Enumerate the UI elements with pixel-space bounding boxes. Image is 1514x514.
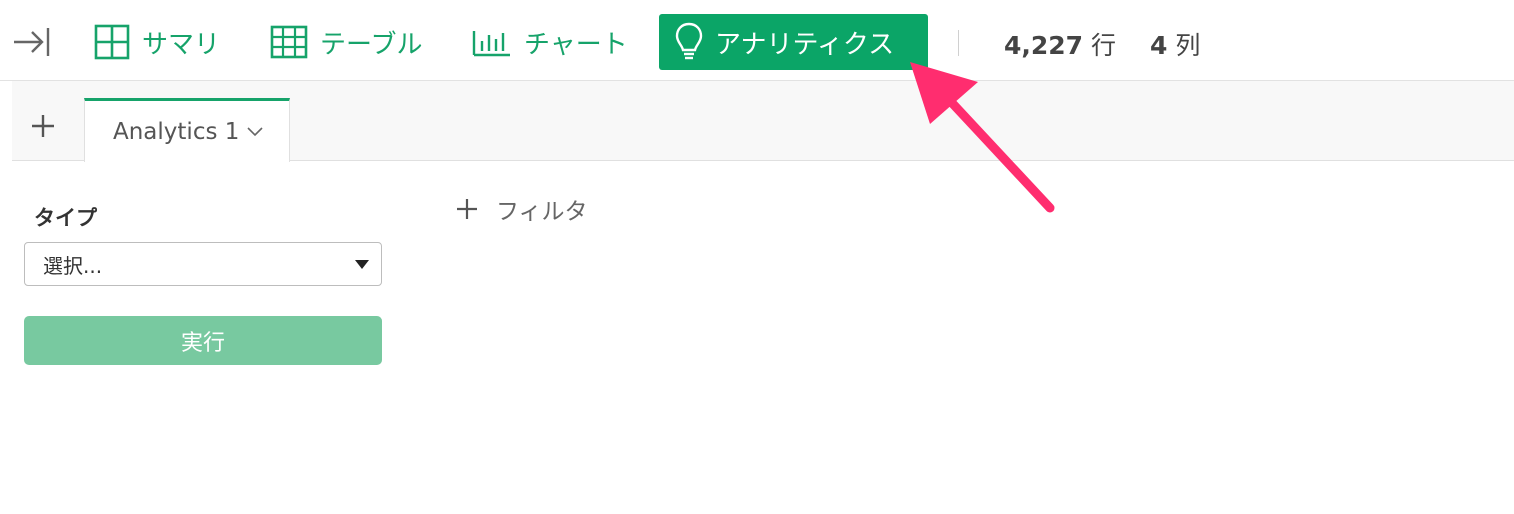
analytics-tab-strip: Analytics 1 (12, 81, 1514, 162)
column-count: 4 列 (1150, 26, 1200, 62)
filter-label: フィルタ (496, 199, 588, 225)
chart-label: チャート (524, 29, 628, 60)
exploratory-app: サマリ テーブル チャート アナリティクス 4,227 行 4 列 Analyt… (0, 0, 1514, 514)
plus-icon (457, 199, 477, 219)
table-icon (270, 25, 308, 59)
chart-view-button[interactable]: チャート (472, 14, 628, 70)
type-select-value: 選択... (43, 253, 103, 278)
caret-down-icon (355, 260, 369, 269)
summary-label: サマリ (142, 29, 221, 60)
analytics-settings-panel: タイプ 選択... 実行 フィルタ (12, 162, 1514, 514)
add-tab-plus-icon[interactable] (30, 113, 56, 139)
column-count-value: 4 (1150, 31, 1168, 60)
summary-view-button[interactable]: サマリ (94, 14, 220, 70)
row-count-value: 4,227 (1004, 31, 1084, 60)
table-label: テーブル (320, 29, 423, 60)
chevron-down-icon[interactable] (247, 126, 263, 137)
toolbar-divider (958, 30, 959, 56)
row-count-unit: 行 (1091, 31, 1117, 60)
type-label: タイプ (34, 206, 97, 230)
tab-label: Analytics 1 (113, 118, 240, 145)
annotation-arrow-icon (910, 62, 1055, 213)
run-button[interactable]: 実行 (24, 316, 382, 365)
lightbulb-icon (675, 22, 703, 60)
collapse-right-icon[interactable] (12, 26, 52, 58)
table-view-button[interactable]: テーブル (270, 14, 422, 70)
analytics-view-button[interactable]: アナリティクス (659, 14, 928, 70)
type-select[interactable]: 選択... (24, 242, 382, 286)
top-toolbar: サマリ テーブル チャート アナリティクス 4,227 行 4 列 (0, 0, 1514, 81)
grid-summary-icon (94, 24, 130, 60)
add-filter-button[interactable]: フィルタ (456, 192, 588, 226)
tab-analytics-1[interactable]: Analytics 1 (84, 98, 290, 162)
row-count: 4,227 行 (1004, 26, 1116, 62)
analytics-label: アナリティクス (715, 29, 895, 60)
column-count-unit: 列 (1175, 31, 1201, 60)
bar-chart-icon (472, 31, 510, 57)
